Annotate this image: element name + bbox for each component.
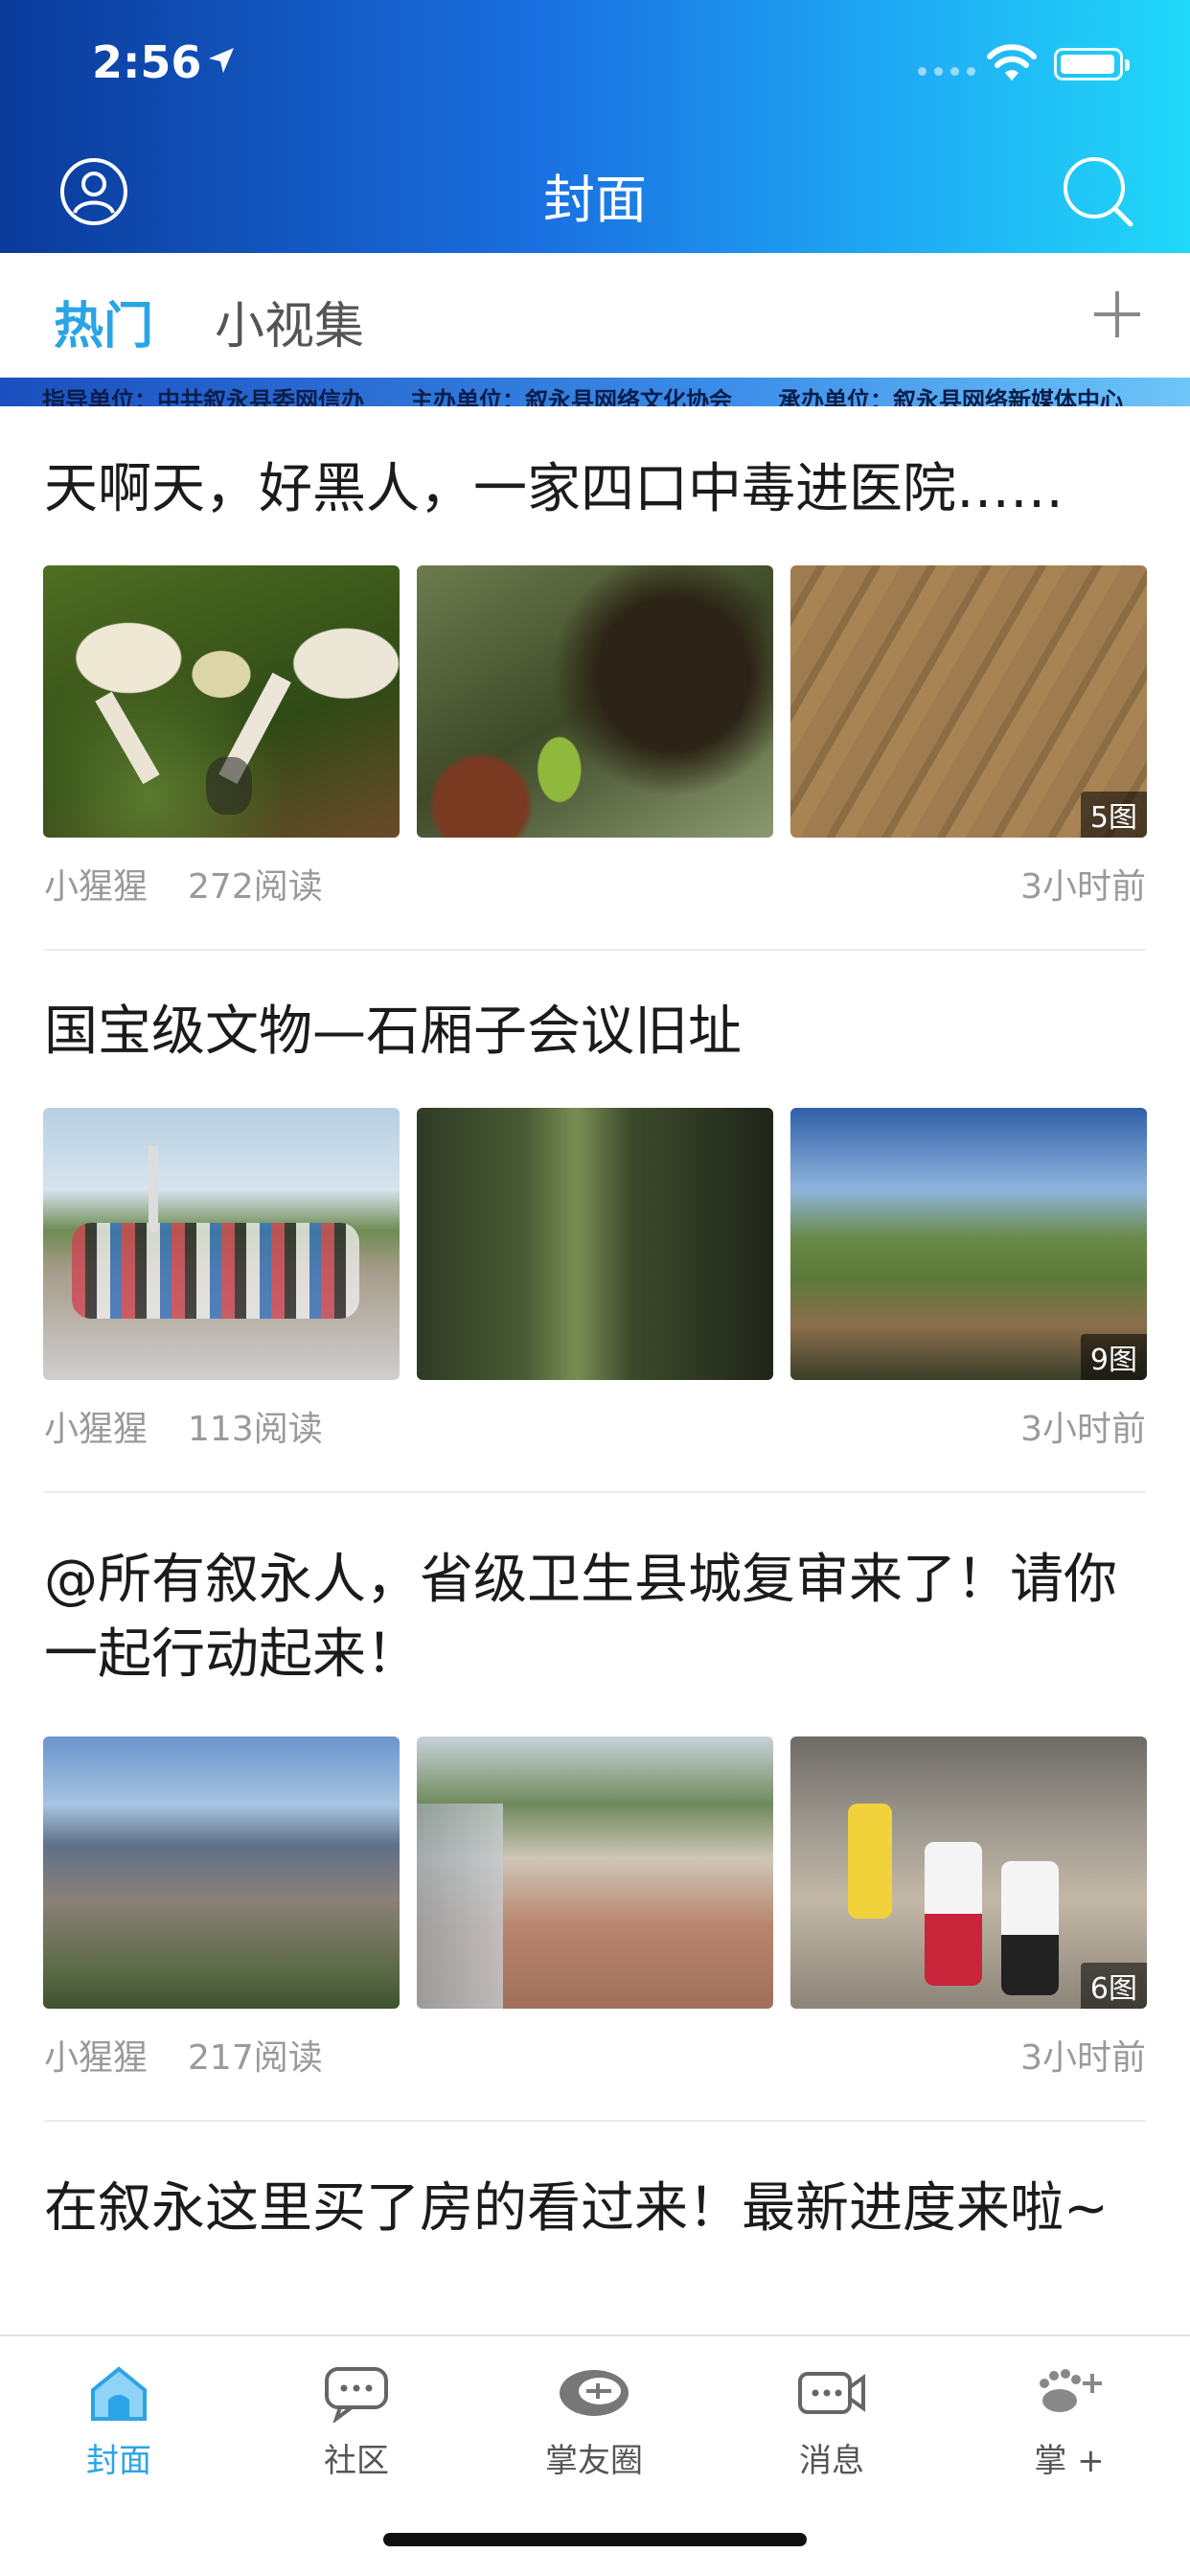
palm-plus-icon	[1040, 2369, 1102, 2412]
tab-messages[interactable]: 消息	[755, 2359, 908, 2481]
search-icon[interactable]	[1062, 155, 1134, 228]
thumbnail-image[interactable]: 9图	[790, 1108, 1147, 1380]
thumbnail-image[interactable]: 5图	[790, 565, 1147, 838]
tab-cover[interactable]: 封面	[42, 2359, 195, 2481]
ticker-text: 指导单位：中共叙永县委网信办 主办单位：叙永县网络文化协会 承办单位：叙永县网络…	[42, 387, 1123, 406]
article-author: 小猩猩	[44, 2038, 149, 2078]
article-meta: 小猩猩 272阅读 3小时前	[44, 859, 1146, 908]
thumbnail-image[interactable]	[417, 1736, 773, 2009]
image-count-badge: 5图	[1080, 792, 1147, 838]
tab-hot[interactable]: 热门	[54, 286, 153, 357]
home-indicator	[383, 2533, 807, 2546]
article-meta: 小猩猩 217阅读 3小时前	[44, 2030, 1146, 2080]
tab-label: 封面	[86, 2442, 151, 2480]
wifi-icon	[987, 44, 1037, 80]
thumbnail-image[interactable]	[417, 565, 773, 838]
thumbnail-image[interactable]	[43, 1736, 400, 2009]
page-title: 封面	[543, 170, 647, 230]
divider	[44, 2120, 1146, 2122]
article-time: 3小时前	[1020, 2038, 1146, 2078]
divider	[44, 949, 1146, 951]
article-reads: 113阅读	[188, 1410, 323, 1449]
image-count-badge: 6图	[1080, 1963, 1147, 2009]
image-count-badge: 9图	[1080, 1334, 1147, 1380]
tab-small-video[interactable]: 小视集	[215, 286, 364, 357]
sponsor-ticker: 指导单位：中共叙永县委网信办 主办单位：叙永县网络文化协会 承办单位：叙永县网络…	[0, 378, 1190, 406]
article-author: 小猩猩	[44, 1410, 149, 1449]
article-reads: 217阅读	[188, 2038, 323, 2078]
article-time: 3小时前	[1020, 867, 1146, 907]
article-reads: 272阅读	[188, 867, 323, 907]
message-video-icon	[798, 2372, 865, 2414]
thumbnail-image[interactable]	[417, 1108, 773, 1380]
location-arrow-icon	[209, 48, 234, 73]
article-title[interactable]: @所有叙永人，省级卫生县城复审来了！请你一起行动起来！	[44, 1543, 1146, 1692]
app-header: 2:56 封面	[0, 0, 1190, 253]
article-title[interactable]: 国宝级文物—石厢子会议旧址	[44, 995, 1146, 1070]
xuyong-logo-icon	[560, 2370, 629, 2416]
thumbnail-image[interactable]	[43, 565, 400, 838]
thumbnail-row: 5图	[43, 565, 1147, 838]
thumbnail-image[interactable]: 6图	[790, 1736, 1147, 2009]
article-title[interactable]: 天啊天，好黑人，一家四口中毒进医院……	[44, 452, 1146, 527]
tab-label: 掌 +	[1034, 2442, 1105, 2480]
tab-label: 掌友圈	[545, 2442, 643, 2480]
tab-friends-circle[interactable]: 掌友圈	[517, 2359, 671, 2481]
battery-icon	[1054, 48, 1130, 80]
article-meta: 小猩猩 113阅读 3小时前	[44, 1401, 1146, 1451]
category-tabs: 热门 小视集	[0, 253, 1190, 378]
community-chat-icon	[325, 2367, 388, 2423]
article-title[interactable]: 在叙永这里买了房的看过来！最新进度来啦~	[44, 2172, 1146, 2246]
status-time: 2:56	[92, 36, 202, 88]
thumbnail-row: 9图	[43, 1108, 1147, 1380]
tab-community[interactable]: 社区	[280, 2359, 433, 2481]
thumbnail-row: 6图	[43, 1736, 1147, 2009]
divider	[44, 1491, 1146, 1493]
tab-label: 社区	[324, 2442, 389, 2480]
tab-label: 消息	[799, 2442, 864, 2480]
home-icon	[91, 2366, 147, 2421]
thumbnail-image[interactable]	[43, 1108, 400, 1380]
article-author: 小猩猩	[44, 867, 149, 907]
article-time: 3小时前	[1020, 1410, 1146, 1449]
add-channel-icon[interactable]	[1090, 288, 1144, 341]
signal-icon	[918, 67, 975, 76]
tab-palm-plus[interactable]: 掌 +	[993, 2359, 1146, 2481]
